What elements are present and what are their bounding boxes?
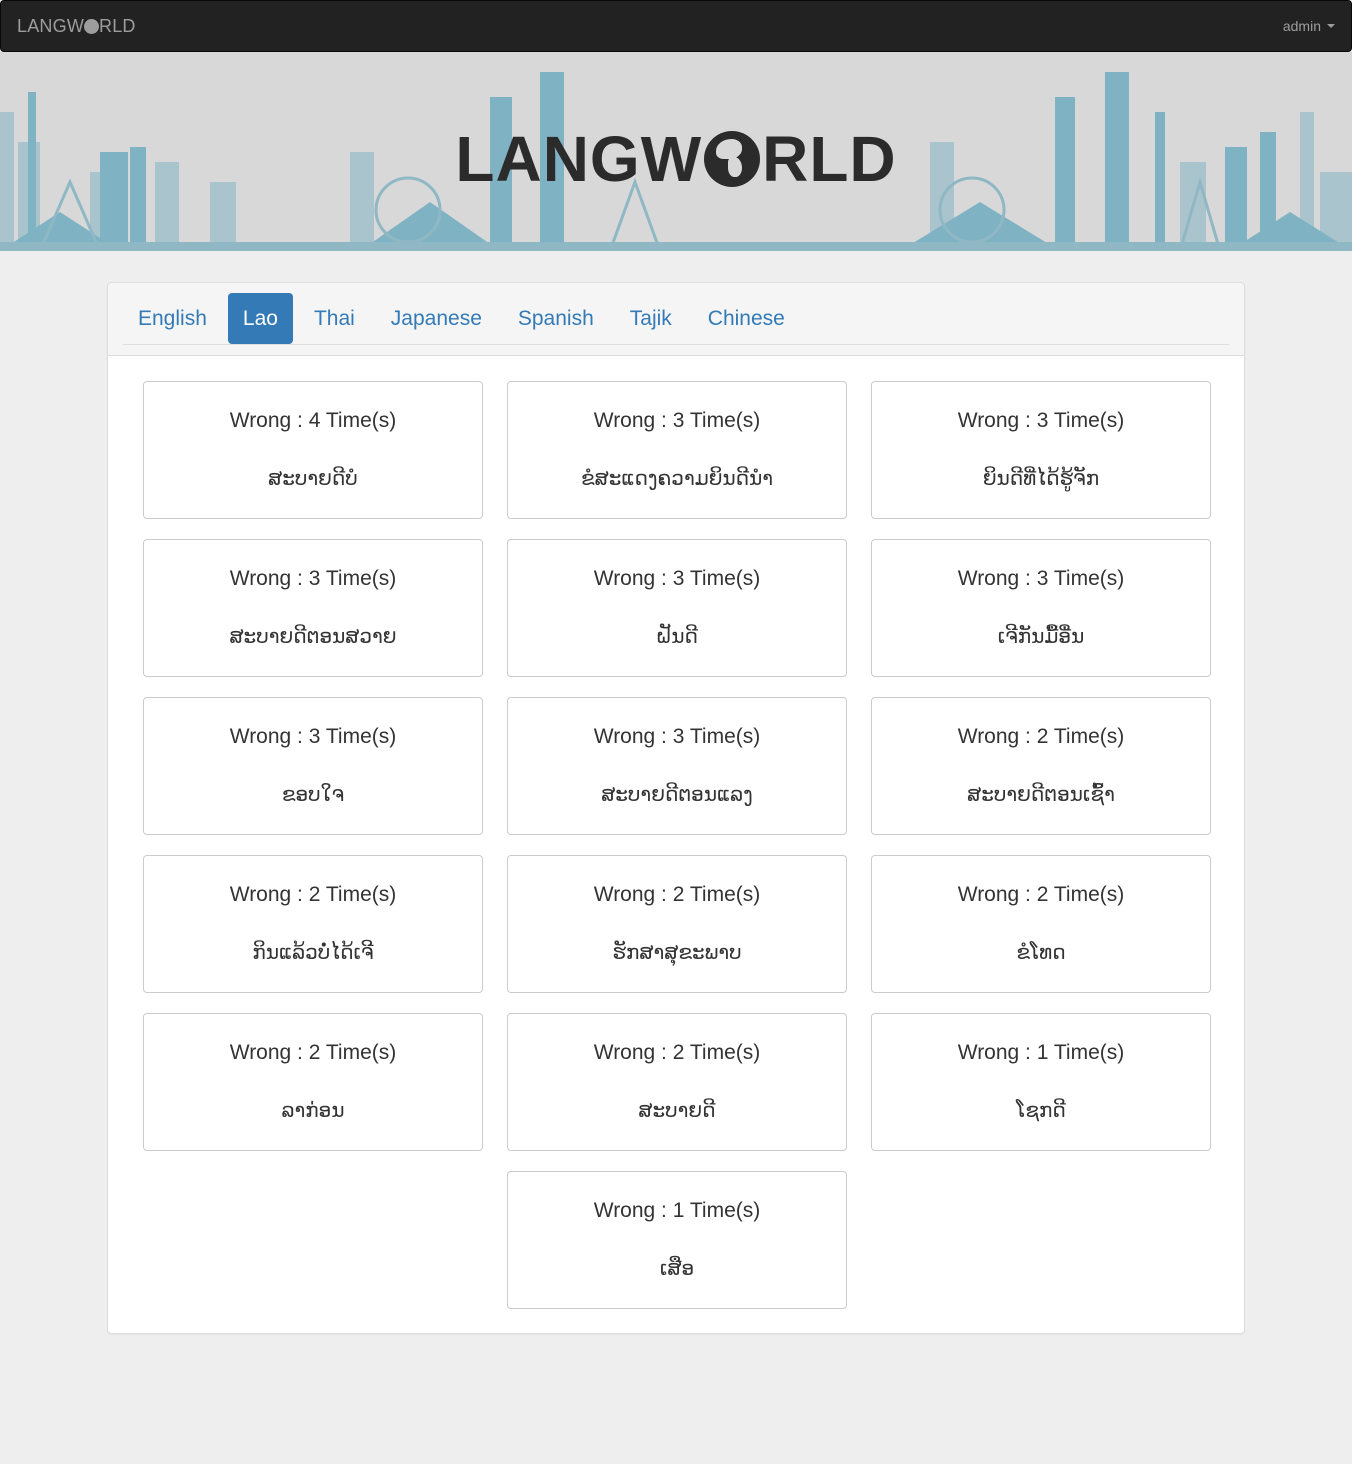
- word-card: Wrong : 1 Time(s) ໂຊກດີ: [871, 1013, 1211, 1151]
- wrong-count: Wrong : 1 Time(s): [957, 1041, 1125, 1064]
- word-text: ສະບາຍດີຕອນເຊົ້າ: [967, 782, 1115, 806]
- word-card: Wrong : 3 Time(s) ຂໍສະແດງຄວາມຍິນດີນຳ: [507, 381, 847, 519]
- word-card: Wrong : 1 Time(s) ເສືອ: [507, 1171, 847, 1309]
- wrong-count: Wrong : 2 Time(s): [957, 725, 1125, 748]
- word-card: Wrong : 3 Time(s) ສະບາຍດີຕອນແລງ: [507, 697, 847, 835]
- results-panel: English Lao Thai Japanese Spanish Tajik …: [107, 282, 1245, 1334]
- word-card: Wrong : 2 Time(s) ກິນແລ້ວບໍ່ໄດ້ເຈີ: [143, 855, 483, 993]
- user-menu[interactable]: admin: [1283, 18, 1335, 34]
- word-text: ຮັກສາສຸຂະພາບ: [612, 940, 742, 964]
- wrong-count: Wrong : 3 Time(s): [229, 725, 397, 748]
- wrong-count: Wrong : 3 Time(s): [593, 567, 761, 590]
- tab-thai[interactable]: Thai: [299, 293, 370, 344]
- tab-english[interactable]: English: [123, 293, 222, 344]
- tab-japanese[interactable]: Japanese: [376, 293, 497, 344]
- word-card: Wrong : 3 Time(s) ສະບາຍດີຕອນສວາຍ: [143, 539, 483, 677]
- wrong-count: Wrong : 2 Time(s): [957, 883, 1125, 906]
- logo-text-start: LANGW: [455, 123, 703, 195]
- word-text: ກິນແລ້ວບໍ່ໄດ້ເຈີ: [252, 940, 374, 964]
- word-text: ເຈີກັນມື້ອື່ນ: [997, 624, 1085, 648]
- caret-down-icon: [1327, 24, 1335, 28]
- globe-logo-icon: [704, 131, 761, 187]
- user-name: admin: [1282, 18, 1321, 34]
- word-card-grid: Wrong : 4 Time(s) ສະບາຍດີບໍ Wrong : 3 Tim…: [143, 381, 1211, 1309]
- brand-link[interactable]: LANGW RLD: [17, 16, 136, 37]
- wrong-count: Wrong : 2 Time(s): [229, 1041, 397, 1064]
- word-text: ສະບາຍດີ: [638, 1098, 716, 1122]
- word-card: Wrong : 2 Time(s) ຂໍໂທດ: [871, 855, 1211, 993]
- word-text: ຂໍໂທດ: [1016, 940, 1066, 964]
- brand-text-end: RLD: [99, 16, 136, 36]
- word-card: Wrong : 2 Time(s) ສະບາຍດີຕອນເຊົ້າ: [871, 697, 1211, 835]
- wrong-count: Wrong : 2 Time(s): [593, 1041, 761, 1064]
- word-card: Wrong : 3 Time(s) ຝັນດີ: [507, 539, 847, 677]
- word-text: ຂໍສະແດງຄວາມຍິນດີນຳ: [580, 466, 774, 490]
- word-text: ສະບາຍດີບໍ: [268, 466, 358, 490]
- logo-text-end: RLD: [762, 123, 897, 195]
- word-text: ຝັນດີ: [656, 624, 698, 648]
- word-text: ໂຊກດີ: [1016, 1098, 1066, 1122]
- wrong-count: Wrong : 2 Time(s): [593, 883, 761, 906]
- wrong-count: Wrong : 1 Time(s): [593, 1199, 761, 1222]
- word-card: Wrong : 3 Time(s) ຂອບໃຈ: [143, 697, 483, 835]
- logo: LANGW RLD: [0, 122, 1352, 196]
- brand-text-start: LANGW: [17, 16, 85, 36]
- word-text: ລາກ່ອນ: [281, 1098, 345, 1122]
- tab-spanish[interactable]: Spanish: [503, 293, 609, 344]
- word-card: Wrong : 2 Time(s) ສະບາຍດີ: [507, 1013, 847, 1151]
- panel-heading: English Lao Thai Japanese Spanish Tajik …: [108, 283, 1244, 356]
- wrong-count: Wrong : 4 Time(s): [229, 409, 397, 432]
- wrong-count: Wrong : 3 Time(s): [957, 567, 1125, 590]
- word-card: Wrong : 4 Time(s) ສະບາຍດີບໍ: [143, 381, 483, 519]
- word-text: ສະບາຍດີຕອນແລງ: [601, 782, 753, 806]
- language-tabs: English Lao Thai Japanese Spanish Tajik …: [123, 293, 1229, 345]
- word-card: Wrong : 2 Time(s) ຮັກສາສຸຂະພາບ: [507, 855, 847, 993]
- wrong-count: Wrong : 2 Time(s): [229, 883, 397, 906]
- word-text: ຍິນດີທີ່ໄດ້ຮູ້ຈັກ: [982, 466, 1100, 490]
- word-card: Wrong : 3 Time(s) ຍິນດີທີ່ໄດ້ຮູ້ຈັກ: [871, 381, 1211, 519]
- wrong-count: Wrong : 3 Time(s): [593, 409, 761, 432]
- tab-lao[interactable]: Lao: [227, 293, 293, 344]
- wrong-count: Wrong : 3 Time(s): [593, 725, 761, 748]
- wrong-count: Wrong : 3 Time(s): [957, 409, 1125, 432]
- word-card: Wrong : 3 Time(s) ເຈີກັນມື້ອື່ນ: [871, 539, 1211, 677]
- word-text: ຂອບໃຈ: [281, 782, 345, 806]
- word-card: Wrong : 2 Time(s) ລາກ່ອນ: [143, 1013, 483, 1151]
- tab-tajik[interactable]: Tajik: [615, 293, 687, 344]
- tab-chinese[interactable]: Chinese: [693, 293, 800, 344]
- globe-icon: [84, 19, 100, 34]
- top-navbar: LANGW RLD admin: [0, 0, 1352, 52]
- word-text: ສະບາຍດີຕອນສວາຍ: [229, 624, 397, 648]
- word-text: ເສືອ: [659, 1256, 695, 1280]
- wrong-count: Wrong : 3 Time(s): [229, 567, 397, 590]
- banner: LANGW RLD: [0, 52, 1352, 251]
